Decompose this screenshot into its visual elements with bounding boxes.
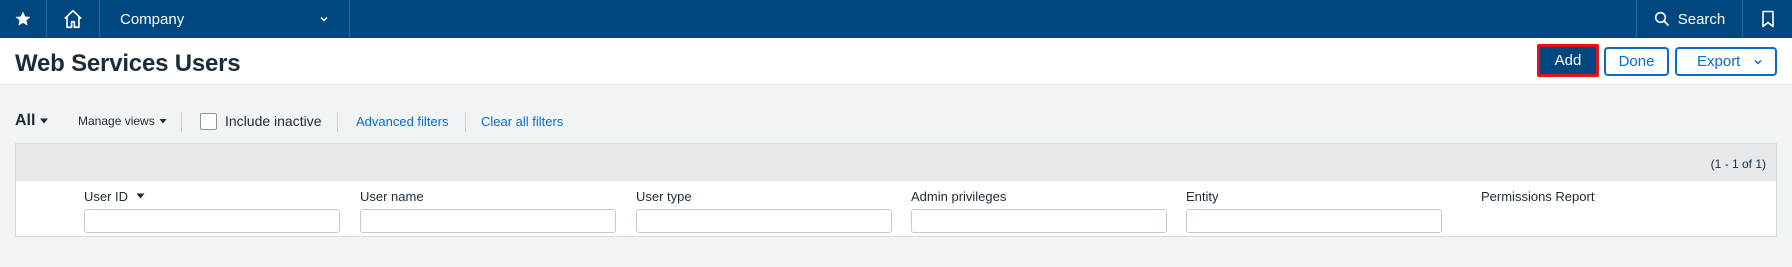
admin-privileges-filter-input[interactable] — [911, 209, 1167, 233]
page-title: Web Services Users — [15, 50, 241, 77]
column-label: User type — [636, 188, 692, 204]
export-button[interactable]: Export — [1675, 47, 1777, 76]
search-button[interactable]: Search — [1637, 0, 1742, 38]
search-label: Search — [1677, 10, 1726, 28]
table-toolbar: (1 - 1 of 1) — [16, 144, 1776, 181]
company-dropdown[interactable]: Company — [100, 0, 349, 38]
column-label: Entity — [1186, 188, 1219, 204]
filter-bar: All Manage views Include inactive Advanc… — [0, 108, 1792, 134]
user-type-filter-input[interactable] — [636, 209, 892, 233]
search-icon — [1654, 11, 1669, 27]
top-nav: Company Search — [0, 0, 1792, 38]
caret-down-icon — [40, 118, 49, 124]
column-label: Permissions Report — [1481, 188, 1595, 204]
home-button[interactable] — [47, 0, 99, 38]
bookmark-icon — [1761, 10, 1774, 28]
manage-views-label: Manage views — [78, 114, 155, 128]
home-icon — [64, 9, 82, 29]
checkbox-box[interactable] — [200, 112, 217, 130]
column-header-user-type[interactable]: User type — [636, 188, 892, 204]
user-id-filter-input[interactable] — [84, 209, 340, 233]
column-entity: Entity — [1186, 188, 1442, 233]
caret-down-icon — [159, 119, 167, 124]
column-permissions-report: Permissions Report — [1481, 188, 1594, 204]
column-label: User name — [360, 188, 424, 204]
sort-caret-icon[interactable] — [136, 193, 145, 199]
page-header: Web Services Users — [0, 38, 1792, 85]
entity-filter-input[interactable] — [1186, 209, 1442, 233]
star-icon — [15, 11, 31, 26]
company-label: Company — [120, 10, 185, 28]
favorites-button[interactable] — [0, 0, 46, 38]
export-label: Export — [1697, 53, 1741, 70]
column-label: Admin privileges — [911, 188, 1007, 204]
chevron-down-icon — [320, 16, 328, 22]
column-header-admin-privileges[interactable]: Admin privileges — [911, 188, 1167, 204]
column-header-user-name[interactable]: User name — [360, 188, 616, 204]
column-user-name: User name — [360, 188, 616, 233]
include-inactive-checkbox[interactable]: Include inactive — [200, 108, 322, 134]
column-user-type: User type — [636, 188, 892, 233]
column-admin-privileges: Admin privileges — [911, 188, 1167, 233]
record-count: (1 - 1 of 1) — [1710, 157, 1766, 171]
column-label: User ID — [84, 188, 129, 204]
column-header-user-id[interactable]: User ID — [84, 188, 340, 204]
view-selector[interactable]: All — [15, 108, 49, 134]
user-name-filter-input[interactable] — [360, 209, 616, 233]
add-button[interactable]: Add — [1537, 44, 1599, 77]
users-table: (1 - 1 of 1) User ID User name User type… — [15, 143, 1777, 237]
column-user-id: User ID — [84, 188, 340, 233]
column-header-entity[interactable]: Entity — [1186, 188, 1442, 204]
advanced-filters-link[interactable]: Advanced filters — [356, 108, 449, 134]
bookmark-button[interactable] — [1743, 0, 1792, 38]
clear-all-filters-link[interactable]: Clear all filters — [481, 108, 563, 134]
column-header-permissions-report: Permissions Report — [1481, 188, 1594, 204]
chevron-down-icon — [1754, 59, 1762, 65]
view-label: All — [15, 112, 36, 129]
manage-views-dropdown[interactable]: Manage views — [78, 108, 167, 134]
include-inactive-label: Include inactive — [225, 113, 322, 129]
done-button[interactable]: Done — [1604, 47, 1669, 76]
